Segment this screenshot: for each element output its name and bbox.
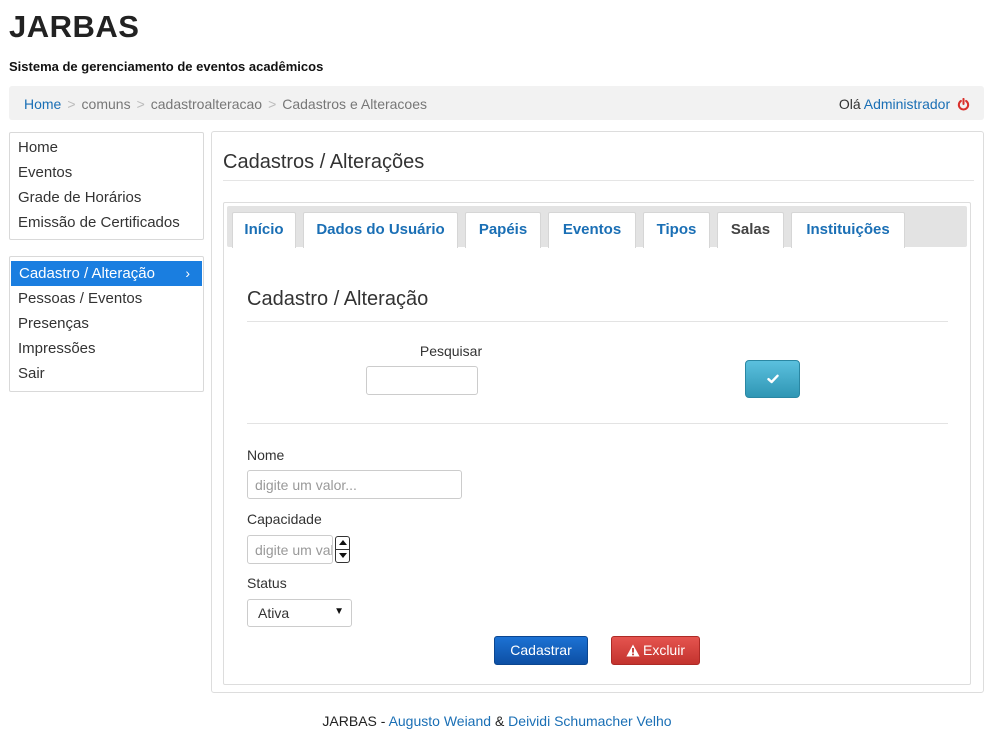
form-title: Cadastro / Alteração	[247, 288, 429, 310]
check-icon	[767, 372, 779, 388]
tab-eventos[interactable]: Eventos	[548, 212, 636, 248]
sidebar-item-cadastro-alteracao[interactable]: Cadastro / Alteração ›	[11, 261, 202, 286]
search-input[interactable]	[366, 366, 478, 395]
status-select[interactable]: Ativa ▼	[247, 599, 352, 627]
admin-menu: Cadastro / Alteração › Pessoas / Eventos…	[9, 256, 204, 392]
chevron-right-icon: ›	[185, 265, 190, 281]
search-divider	[247, 423, 948, 424]
main-panel: Cadastros / Alterações Início Dados do U…	[211, 131, 984, 693]
footer-author-2-link[interactable]: Deividi Schumacher Velho	[508, 713, 671, 729]
status-selected-value: Ativa	[258, 605, 290, 621]
user-area: Olá Administrador	[839, 96, 970, 114]
power-icon[interactable]	[957, 97, 970, 114]
breadcrumb-separator: >	[136, 96, 145, 112]
footer-dash: -	[380, 713, 386, 729]
sidebar-item-presencas[interactable]: Presenças	[10, 311, 203, 336]
sidebar-item-impressoes[interactable]: Impressões	[10, 336, 203, 361]
footer-author-1-link[interactable]: Augusto Weiand	[389, 713, 491, 729]
search-confirm-button[interactable]	[745, 360, 800, 398]
breadcrumb-item-cadastroalteracao: cadastroalteracao	[150, 96, 263, 112]
title-divider	[223, 180, 974, 181]
capacidade-input[interactable]	[247, 535, 333, 564]
stepper-up-icon[interactable]	[336, 537, 349, 549]
sidebar-item-sair[interactable]: Sair	[10, 361, 203, 386]
excluir-button[interactable]: Excluir	[611, 636, 700, 665]
footer-app-name: JARBAS	[322, 713, 377, 729]
breadcrumb-bar: Home > comuns > cadastroalteracao > Cadastros …	[9, 86, 984, 120]
main-menu: Home Eventos Grade de Horários Emissão d…	[9, 132, 204, 240]
capacidade-stepper[interactable]	[335, 536, 350, 563]
search-label: Pesquisar	[419, 343, 483, 359]
excluir-label: Excluir	[642, 642, 685, 658]
tab-bar: Início Dados do Usuário Papéis Eventos T…	[227, 206, 967, 248]
tab-salas[interactable]: Salas	[717, 212, 784, 248]
sidebar-item-emissao-de-certificados[interactable]: Emissão de Certificados	[10, 210, 203, 235]
breadcrumb-separator: >	[67, 96, 76, 112]
app-subtitle: Sistema de gerenciamento de eventos acad…	[9, 59, 324, 74]
tab-tipos[interactable]: Tipos	[643, 212, 710, 248]
breadcrumb: Home > comuns > cadastroalteracao > Cadastros …	[24, 96, 427, 112]
user-name-link[interactable]: Administrador	[864, 96, 950, 112]
footer: JARBAS - Augusto Weiand & Deividi Schuma…	[0, 713, 994, 729]
tab-panel: Início Dados do Usuário Papéis Eventos T…	[223, 202, 971, 685]
breadcrumb-home-link[interactable]: Home	[24, 96, 61, 112]
nome-label: Nome	[247, 447, 285, 463]
cadastrar-button[interactable]: Cadastrar	[494, 636, 588, 665]
tab-papeis[interactable]: Papéis	[465, 212, 541, 248]
caret-down-icon: ▼	[334, 606, 344, 617]
stepper-down-icon[interactable]	[336, 549, 349, 561]
status-label: Status	[247, 575, 287, 591]
sidebar-item-grade-de-horarios[interactable]: Grade de Horários	[10, 185, 203, 210]
tab-inicio[interactable]: Início	[232, 212, 296, 248]
sidebar-item-label: Cadastro / Alteração	[19, 265, 155, 282]
nome-input[interactable]	[247, 470, 462, 499]
form-title-divider	[247, 321, 948, 322]
breadcrumb-separator: >	[268, 96, 277, 112]
page-title: Cadastros / Alterações	[223, 151, 425, 173]
footer-ampersand: &	[494, 713, 505, 729]
sidebar-item-eventos[interactable]: Eventos	[10, 160, 203, 185]
breadcrumb-item-comuns: comuns	[81, 96, 131, 112]
tab-instituicoes[interactable]: Instituições	[791, 212, 905, 248]
breadcrumb-item-current: Cadastros e Alteracoes	[282, 96, 427, 112]
sidebar-item-pessoas-eventos[interactable]: Pessoas / Eventos	[10, 286, 203, 311]
greeting-text: Olá	[838, 96, 861, 112]
sidebar-item-home[interactable]: Home	[10, 135, 203, 160]
tab-dados-do-usuario[interactable]: Dados do Usuário	[303, 212, 458, 248]
capacidade-label: Capacidade	[247, 511, 322, 527]
warning-icon	[626, 639, 640, 666]
app-title: JARBAS	[9, 9, 140, 44]
